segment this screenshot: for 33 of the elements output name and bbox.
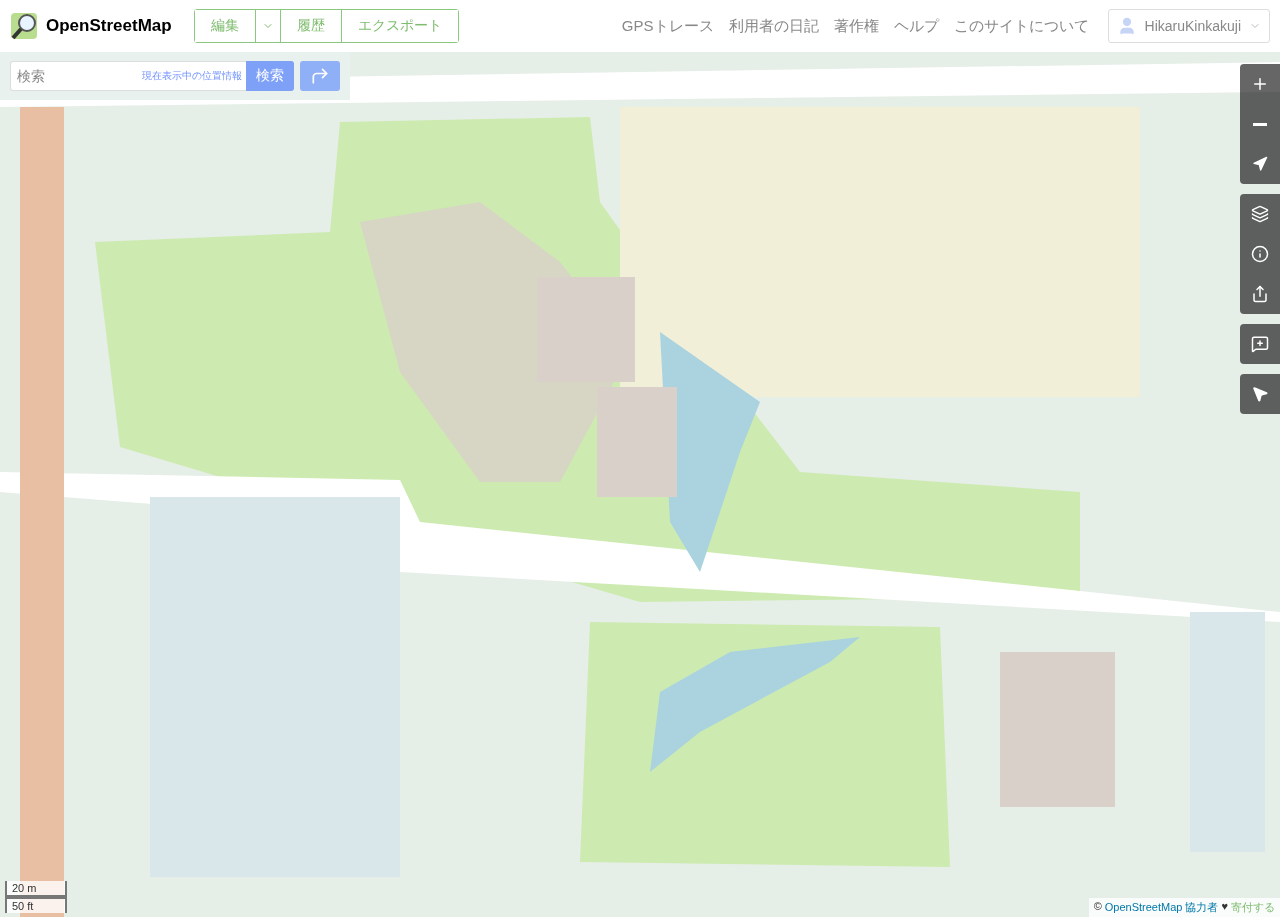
arrow-icon <box>1252 156 1268 172</box>
user-menu-button[interactable]: HikaruKinkakuji <box>1107 9 1270 43</box>
turn-arrow-icon <box>310 66 330 86</box>
current-location-link[interactable]: 現在表示中の位置情報 <box>142 69 246 83</box>
minus-icon <box>1253 122 1267 126</box>
layers-button[interactable] <box>1240 194 1280 234</box>
search-button[interactable]: 検索 <box>246 61 294 91</box>
search-field[interactable]: 検索 現在表示中の位置情報 <box>10 61 246 91</box>
nav-link[interactable]: 著作権 <box>833 16 879 36</box>
info-icon <box>1251 245 1269 263</box>
nav-link[interactable]: このサイトについて <box>953 16 1089 36</box>
nav-link[interactable]: 利用者の日記 <box>728 16 819 36</box>
zoom-in-button[interactable] <box>1240 64 1280 104</box>
comment-plus-icon <box>1251 335 1269 353</box>
layers-icon <box>1251 205 1269 223</box>
site-title[interactable]: OpenStreetMap <box>46 16 172 36</box>
nav-link[interactable]: GPSトレース <box>621 16 714 36</box>
donate-link[interactable]: 寄付する <box>1231 900 1275 915</box>
query-button[interactable] <box>1240 374 1280 414</box>
imperial-scale: 50 ft <box>5 897 67 913</box>
contributors-link[interactable]: OpenStreetMap 協力者 <box>1104 900 1219 915</box>
share-button[interactable] <box>1240 274 1280 314</box>
heart-symbol: ♥ <box>1221 900 1228 914</box>
copyright-symbol: © <box>1093 900 1102 914</box>
nav-link[interactable]: ヘルプ <box>893 16 939 36</box>
locate-button[interactable] <box>1240 144 1280 184</box>
export-button[interactable]: エクスポート <box>340 10 458 42</box>
pointer-icon <box>1251 385 1269 403</box>
share-icon <box>1251 285 1269 303</box>
add-note-button[interactable] <box>1240 324 1280 364</box>
magnifier-logo-icon[interactable] <box>10 11 40 41</box>
plus-icon <box>1251 75 1269 93</box>
metric-scale: 20 m <box>5 881 67 897</box>
